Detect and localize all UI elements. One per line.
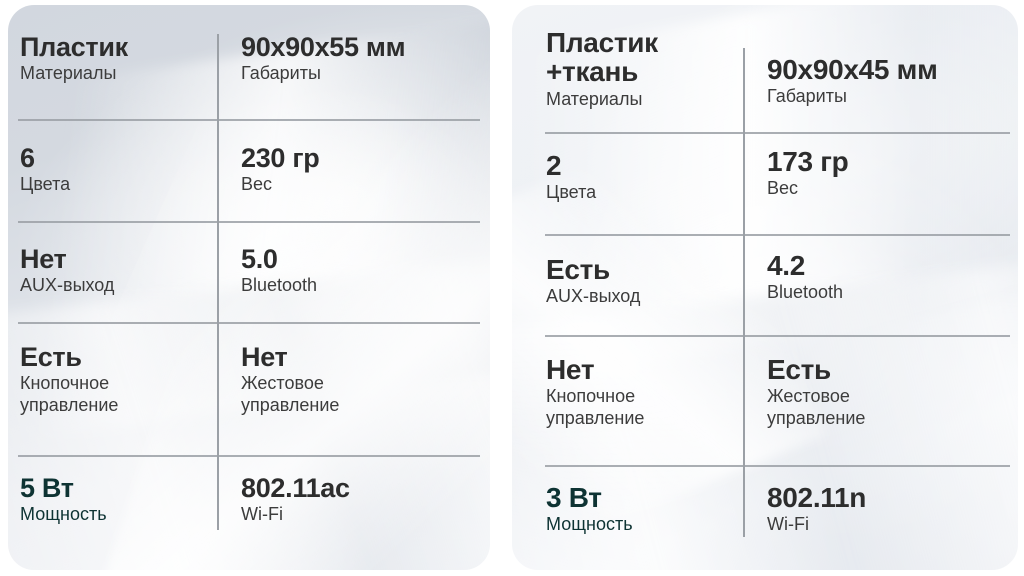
comparison-stage: Пластик Материалы 90x90x55 мм Габариты 6…	[0, 0, 1024, 576]
spec-label: Цвета	[20, 174, 71, 195]
spec-cell: Нет Жестовое управление	[241, 343, 490, 416]
spec-label: Габариты	[767, 86, 847, 107]
spec-cell-power: 3 Вт Мощность	[546, 483, 736, 536]
spec-cell: Есть AUX-выход	[546, 255, 736, 308]
spec-label: AUX-выход	[20, 275, 115, 296]
row-divider	[545, 132, 1010, 134]
spec-cell: 173 гр Вес	[767, 147, 1015, 200]
spec-value: 5.0	[241, 244, 278, 274]
spec-cell: 90x90x45 мм Габариты	[767, 55, 1015, 108]
spec-value: 2	[546, 150, 562, 181]
spec-label: Жестовое управление	[241, 373, 340, 415]
spec-label: Мощность	[546, 514, 633, 535]
spec-value: 802.11ac	[241, 473, 350, 503]
spec-value: Нет	[546, 354, 595, 385]
spec-label: Вес	[767, 178, 799, 199]
spec-value: Есть	[20, 342, 82, 372]
row-divider	[18, 322, 480, 324]
spec-value: Пластик	[20, 32, 128, 62]
spec-value: 4.2	[767, 250, 806, 281]
spec-value: Нет	[20, 244, 67, 274]
spec-cell: 230 гр Вес	[241, 144, 490, 196]
spec-cell: Пластик +ткань Материалы	[546, 28, 736, 110]
spec-table-right: Пластик +ткань Материалы 90x90x45 мм Габ…	[512, 5, 1018, 570]
spec-label: Жестовое управление	[767, 386, 866, 428]
spec-label: Wi-Fi	[241, 504, 283, 525]
spec-label: Вес	[241, 174, 273, 195]
spec-label: Материалы	[20, 63, 117, 84]
spec-table-left: Пластик Материалы 90x90x55 мм Габариты 6…	[8, 5, 490, 570]
spec-label: Bluetooth	[767, 282, 844, 303]
spec-value: 90x90x55 мм	[241, 32, 406, 62]
spec-label: Мощность	[20, 504, 107, 525]
spec-value: Пластик +ткань	[546, 27, 658, 88]
spec-value: 90x90x45 мм	[767, 54, 938, 85]
spec-card-left: Пластик Материалы 90x90x55 мм Габариты 6…	[8, 5, 490, 570]
row-divider	[18, 119, 480, 121]
spec-value: 173 гр	[767, 146, 849, 177]
spec-label: Bluetooth	[241, 275, 318, 296]
row-divider	[18, 455, 480, 457]
spec-cell: Есть Кнопочное управление	[20, 343, 212, 416]
row-divider	[545, 465, 1010, 467]
spec-cell: Нет Кнопочное управление	[546, 355, 736, 429]
row-divider	[545, 234, 1010, 236]
spec-value: 802.11n	[767, 482, 867, 513]
spec-cell: 5.0 Bluetooth	[241, 245, 490, 297]
spec-value: 5 Вт	[20, 473, 74, 503]
spec-cell: 802.11ac Wi-Fi	[241, 474, 490, 526]
spec-value: 230 гр	[241, 143, 320, 173]
spec-label: AUX-выход	[546, 286, 641, 307]
column-divider	[743, 48, 745, 537]
spec-cell: 4.2 Bluetooth	[767, 251, 1015, 304]
spec-cell: 90x90x55 мм Габариты	[241, 33, 490, 85]
spec-value: Есть	[767, 354, 831, 385]
spec-card-right: Пластик +ткань Материалы 90x90x45 мм Габ…	[512, 5, 1018, 570]
row-divider	[545, 335, 1010, 337]
spec-cell: 6 Цвета	[20, 144, 212, 196]
spec-value: Нет	[241, 342, 288, 372]
spec-value: 6	[20, 143, 35, 173]
spec-value: Есть	[546, 254, 610, 285]
spec-cell-power: 5 Вт Мощность	[20, 474, 212, 526]
spec-cell: 2 Цвета	[546, 151, 736, 204]
spec-label: Кнопочное управление	[546, 386, 645, 428]
spec-label: Материалы	[546, 88, 643, 109]
spec-cell: Нет AUX-выход	[20, 245, 212, 297]
spec-label: Габариты	[241, 63, 321, 84]
spec-value: 3 Вт	[546, 482, 602, 513]
spec-label: Wi-Fi	[767, 514, 809, 535]
spec-cell: 802.11n Wi-Fi	[767, 483, 1015, 536]
spec-label: Кнопочное управление	[20, 373, 119, 415]
spec-cell: Пластик Материалы	[20, 33, 212, 85]
spec-label: Цвета	[546, 182, 597, 203]
row-divider	[18, 221, 480, 223]
spec-cell: Есть Жестовое управление	[767, 355, 1015, 429]
